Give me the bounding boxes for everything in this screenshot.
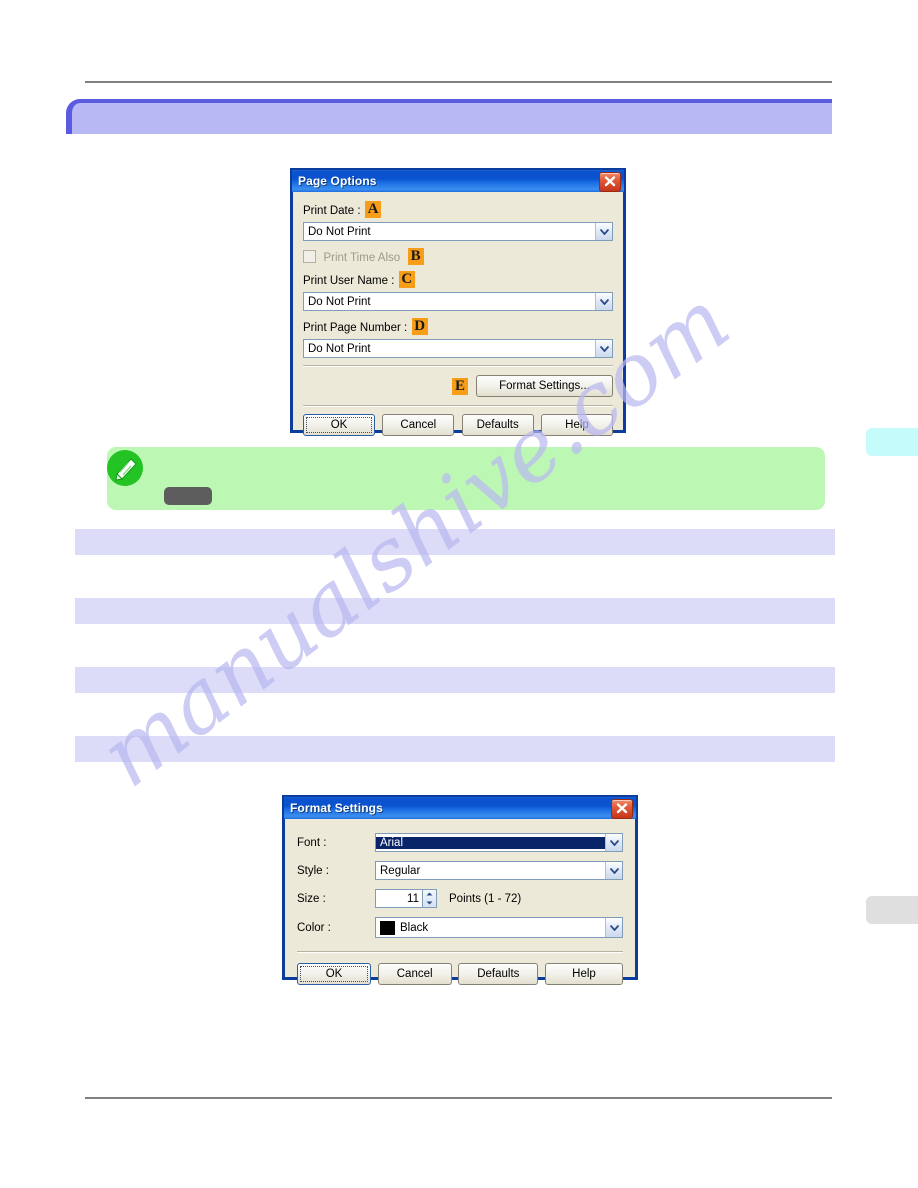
format-settings-button[interactable]: Format Settings... [476, 375, 613, 397]
color-row: Color : Black [297, 917, 623, 938]
defaults-button[interactable]: Defaults [461, 414, 534, 436]
size-value: 11 [407, 892, 419, 905]
note-box [107, 447, 825, 510]
spinner-up-icon[interactable] [423, 890, 436, 899]
print-page-number-combo[interactable]: Do Not Print [303, 339, 613, 358]
divider-2 [303, 405, 613, 407]
callout-b: B [407, 248, 424, 266]
font-label: Font : [297, 836, 327, 849]
help-button-label: Help [565, 419, 589, 431]
style-value: Regular [380, 864, 421, 877]
section-band-2 [75, 598, 835, 624]
ok-button-label: OK [325, 968, 343, 980]
print-user-name-label: Print User Name : [303, 275, 395, 287]
format-settings-button-label: Format Settings... [499, 380, 590, 392]
print-user-name-combo-wrap: Do Not Print [303, 292, 613, 311]
divider-3 [297, 951, 623, 953]
print-date-combo-wrap: Do Not Print [303, 222, 613, 241]
print-date-row: Print Date : A [303, 201, 613, 219]
size-stepper[interactable] [423, 889, 437, 908]
help-button[interactable]: Help [540, 414, 613, 436]
print-page-number-value: Do Not Print [308, 342, 371, 355]
size-row: Size : 11 Points (1 - 72) [297, 889, 623, 908]
format-settings-button-row: OK Cancel Defaults Help [297, 963, 623, 985]
print-page-number-combo-wrap: Do Not Print [303, 339, 613, 358]
page-rule-top [85, 81, 832, 83]
page-options-button-row: OK Cancel Defaults Help [303, 414, 613, 436]
callout-d: D [411, 318, 428, 336]
font-combo[interactable]: Arial [375, 833, 623, 852]
print-time-also-label: Print Time Also [323, 252, 401, 264]
section-band-3 [75, 667, 835, 693]
cancel-button-label: Cancel [396, 968, 433, 980]
style-label: Style : [297, 864, 329, 877]
section-band-1 [75, 529, 835, 555]
spinner-down-icon[interactable] [423, 899, 436, 908]
defaults-button-label: Defaults [476, 419, 519, 431]
callout-e: E [452, 377, 468, 395]
print-date-label: Print Date : [303, 205, 361, 217]
help-button-label: Help [572, 968, 596, 980]
page-options-title: Page Options [298, 174, 377, 188]
close-icon[interactable] [611, 799, 633, 819]
chevron-down-icon[interactable] [605, 918, 622, 937]
page-options-titlebar[interactable]: Page Options [291, 169, 625, 192]
print-time-also-checkbox[interactable] [303, 250, 316, 264]
cancel-button[interactable]: Cancel [382, 414, 455, 436]
defaults-button[interactable]: Defaults [458, 963, 539, 985]
color-swatch [380, 920, 395, 935]
style-row: Style : Regular [297, 861, 623, 880]
format-settings-title: Format Settings [290, 801, 383, 815]
page-header-band [66, 99, 832, 134]
print-date-value: Do Not Print [308, 225, 371, 238]
print-page-number-label: Print Page Number : [303, 322, 408, 334]
ok-button[interactable]: OK [297, 963, 371, 985]
chevron-down-icon[interactable] [595, 223, 612, 240]
cancel-button-label: Cancel [400, 419, 437, 431]
chevron-down-icon[interactable] [595, 340, 612, 357]
color-combo[interactable]: Black [375, 917, 623, 938]
chevron-down-icon[interactable] [605, 862, 622, 879]
font-row: Font : Arial [297, 833, 623, 852]
color-value: Black [400, 921, 429, 934]
page-options-body: Print Date : A Do Not Print Print Time A… [291, 192, 625, 436]
defaults-button-label: Defaults [477, 968, 520, 980]
close-icon[interactable] [599, 172, 621, 192]
style-combo[interactable]: Regular [375, 861, 623, 880]
print-user-name-row: Print User Name : C [303, 271, 613, 289]
color-label: Color : [297, 921, 331, 934]
side-tab-cyan[interactable] [866, 428, 918, 456]
cancel-button[interactable]: Cancel [377, 963, 452, 985]
ok-button[interactable]: OK [303, 414, 375, 436]
print-time-also-row: Print Time Also B [303, 248, 613, 266]
size-units-label: Points (1 - 72) [449, 892, 522, 905]
size-label: Size : [297, 892, 326, 905]
format-settings-row: E Format Settings... [303, 375, 613, 397]
format-settings-body: Font : Arial Style : Regular Size: 11 P… [283, 819, 637, 985]
side-tab-gray[interactable] [866, 896, 918, 924]
size-input[interactable]: 11 [375, 889, 423, 908]
print-user-name-value: Do Not Print [308, 295, 371, 308]
help-button[interactable]: Help [544, 963, 623, 985]
chevron-down-icon[interactable] [595, 293, 612, 310]
page-rule-bottom [85, 1097, 832, 1099]
format-settings-titlebar[interactable]: Format Settings [283, 796, 637, 819]
ok-button-label: OK [330, 419, 348, 431]
print-date-combo[interactable]: Do Not Print [303, 222, 613, 241]
callout-c: C [398, 271, 415, 289]
format-settings-dialog: Format Settings Font : Arial Style : Reg… [282, 795, 638, 985]
print-user-name-combo[interactable]: Do Not Print [303, 292, 613, 311]
pencil-note-icon [107, 450, 143, 486]
chevron-down-icon[interactable] [605, 834, 622, 851]
print-page-number-row: Print Page Number : D [303, 318, 613, 336]
callout-a: A [364, 201, 381, 219]
section-band-4 [75, 736, 835, 762]
divider-1 [303, 365, 613, 367]
note-redacted-text [164, 487, 212, 505]
font-value: Arial [376, 836, 605, 849]
page-options-dialog: Page Options Print Date : A Do Not Print [290, 168, 626, 436]
